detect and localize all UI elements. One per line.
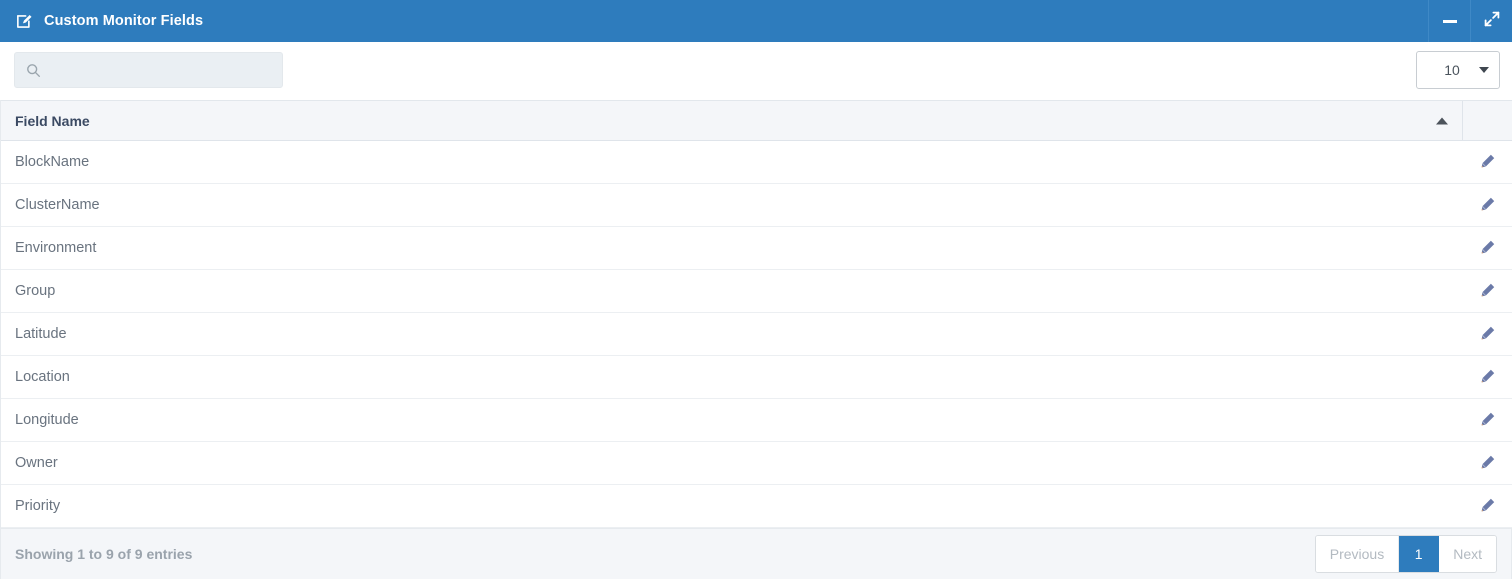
table-row: Longitude <box>1 398 1512 442</box>
table-body: BlockName ClusterName Environment Group Lati… <box>1 140 1512 528</box>
minimize-button[interactable] <box>1428 0 1470 42</box>
expand-arrows-icon <box>1483 10 1501 33</box>
cell-field-name: Location <box>1 355 1462 399</box>
edit-pencil-icon[interactable] <box>1476 451 1500 475</box>
entries-info: Showing 1 to 9 of 9 entries <box>15 546 193 562</box>
chevron-down-icon <box>1479 67 1489 73</box>
cell-actions <box>1462 312 1512 356</box>
maximize-button[interactable] <box>1470 0 1512 42</box>
table-row: Group <box>1 269 1512 313</box>
table-row: Latitude <box>1 312 1512 356</box>
edit-pencil-icon[interactable] <box>1476 365 1500 389</box>
cell-field-name: BlockName <box>1 140 1462 184</box>
search-box[interactable] <box>14 52 283 88</box>
titlebar-left-group: Custom Monitor Fields <box>0 11 203 31</box>
pagination-next-button[interactable]: Next <box>1439 536 1496 572</box>
page-length-value: 10 <box>1444 62 1460 78</box>
table-footer: Showing 1 to 9 of 9 entries Previous 1 N… <box>0 528 1512 579</box>
window-titlebar: Custom Monitor Fields <box>0 0 1512 42</box>
search-input[interactable] <box>47 53 282 87</box>
edit-pencil-icon[interactable] <box>1476 150 1500 174</box>
page-length-select[interactable]: 10 <box>1416 51 1500 89</box>
cell-actions <box>1462 441 1512 485</box>
edit-pencil-icon[interactable] <box>1476 193 1500 217</box>
table-head: Field Name <box>1 100 1512 141</box>
pagination-page-1-button[interactable]: 1 <box>1399 536 1440 572</box>
pagination-previous-button[interactable]: Previous <box>1315 536 1400 572</box>
cell-actions <box>1462 355 1512 399</box>
edit-pencil-icon[interactable] <box>1476 322 1500 346</box>
table-row: Location <box>1 355 1512 399</box>
edit-pencil-icon[interactable] <box>1476 236 1500 260</box>
edit-pencil-icon[interactable] <box>1476 279 1500 303</box>
edit-pencil-icon[interactable] <box>1476 408 1500 432</box>
table-row: Environment <box>1 226 1512 270</box>
edit-square-icon <box>14 11 34 31</box>
table-row: ClusterName <box>1 183 1512 227</box>
cell-actions <box>1462 140 1512 184</box>
custom-monitor-fields-table: Field Name BlockName ClusterName Environme… <box>1 100 1512 528</box>
column-header-label: Field Name <box>15 112 90 129</box>
cell-field-name: Priority <box>1 484 1462 528</box>
cell-actions <box>1462 484 1512 528</box>
minimize-icon <box>1442 19 1457 23</box>
table-row: Owner <box>1 441 1512 485</box>
cell-actions <box>1462 269 1512 313</box>
cell-field-name: ClusterName <box>1 183 1462 227</box>
window-title: Custom Monitor Fields <box>44 13 204 29</box>
edit-pencil-icon[interactable] <box>1476 494 1500 518</box>
cell-actions <box>1462 183 1512 227</box>
cell-field-name: Environment <box>1 226 1462 270</box>
cell-field-name: Owner <box>1 441 1462 485</box>
table-row: Priority <box>1 484 1512 528</box>
table-header-row: Field Name <box>1 100 1512 141</box>
cell-field-name: Latitude <box>1 312 1462 356</box>
fields-table-container: Field Name BlockName ClusterName Environme… <box>0 100 1512 528</box>
column-header-actions <box>1461 100 1512 141</box>
table-row: BlockName <box>1 140 1512 184</box>
window-controls <box>1428 0 1512 42</box>
cell-field-name: Longitude <box>1 398 1462 442</box>
sort-ascending-icon <box>1435 117 1448 124</box>
table-toolbar: 10 <box>0 42 1512 100</box>
column-header-field-name[interactable]: Field Name <box>1 100 1462 141</box>
custom-monitor-fields-window: Custom Monitor Fields 10 Field Name Bloc… <box>0 0 1512 581</box>
cell-actions <box>1462 398 1512 442</box>
cell-actions <box>1462 226 1512 270</box>
cell-field-name: Group <box>1 269 1462 313</box>
pagination: Previous 1 Next <box>1314 535 1497 573</box>
search-icon <box>26 63 41 78</box>
